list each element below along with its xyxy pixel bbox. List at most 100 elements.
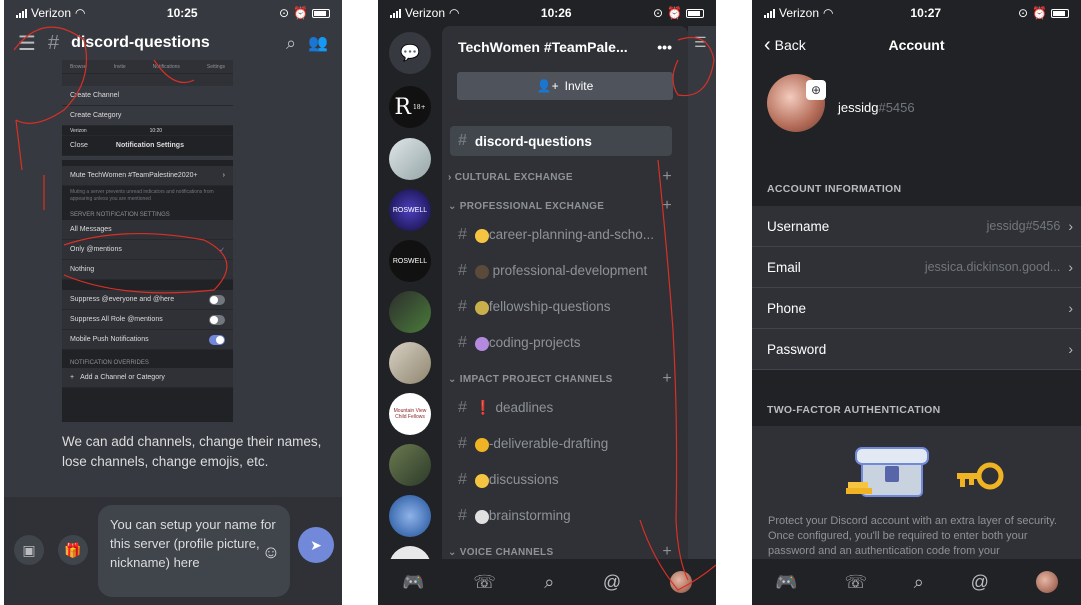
edit-avatar-icon[interactable]: ⊕ [806, 80, 826, 100]
friends-icon[interactable]: ☏ [473, 572, 496, 593]
guild-header[interactable]: TechWomen #TeamPale... ••• [442, 26, 688, 68]
phone-channel-view: Verizon ◠ 10:25 ⊙ ⏰ ☰ # discord-question… [4, 0, 342, 605]
gift-icon[interactable]: 🎁 [58, 535, 88, 565]
message-composer: ▣ 🎁 You can setup your name for this ser… [4, 497, 342, 605]
chevron-right-icon: › [1068, 259, 1073, 275]
password-row[interactable]: Password › [752, 329, 1081, 370]
carrier-label: Verizon [31, 6, 72, 20]
phone-row[interactable]: Phone › [752, 288, 1081, 329]
wifi-icon: ◠ [75, 6, 86, 20]
cloud-emoji-icon [474, 509, 489, 524]
server-mountain-view[interactable]: Mountain View Child Fellows [389, 393, 431, 435]
server-r[interactable]: R 18+ [389, 86, 431, 128]
channel-deadlines[interactable]: # ❗ deadlines [450, 393, 672, 423]
server-landscape[interactable] [389, 138, 431, 180]
mini-nothing: Nothing [62, 260, 233, 280]
category-professional-exchange[interactable]: ⌄ PROFESSIONAL EXCHANGE + [448, 197, 672, 215]
chevron-left-icon: ‹ [764, 33, 771, 56]
channel-coding-projects[interactable]: # coding-projects [450, 328, 672, 358]
menu-icon[interactable]: ☰ [18, 31, 36, 56]
unicorn-emoji-icon [474, 336, 489, 351]
mini-carrier: Verizon [70, 127, 87, 134]
treasure-chest-key-icon [846, 447, 1004, 497]
back-button[interactable]: ‹ Back [764, 34, 806, 57]
mini-tab-invite: Invite [113, 63, 126, 70]
wifi-icon: ◠ [823, 6, 834, 20]
invite-button[interactable]: 👤+ Invite [457, 72, 673, 100]
image-upload-icon[interactable]: ▣ [14, 535, 44, 565]
profile-avatar-icon[interactable] [1035, 571, 1058, 593]
search-icon[interactable]: ⌕ [914, 572, 924, 593]
send-button[interactable]: ➤ [298, 527, 334, 563]
mini-suppress-everyone: Suppress @everyone and @here [62, 290, 233, 310]
lock-rotation-icon: ⊙ [1017, 6, 1029, 20]
add-user-icon: 👤+ [536, 79, 559, 93]
signal-icon [390, 8, 401, 18]
message-text: We can add channels, change their names,… [62, 434, 322, 469]
status-bar: Verizon ◠ 10:26 ⊙ ⏰ [378, 0, 716, 26]
mentions-icon[interactable]: @ [971, 572, 989, 593]
profile-avatar-icon[interactable] [669, 571, 692, 593]
battery-icon [1050, 8, 1069, 18]
mini-server-label: SERVER NOTIFICATION SETTINGS [70, 212, 170, 218]
channel-deliverable-drafting[interactable]: # -deliverable-drafting [450, 429, 672, 459]
menu-icon: ☰ [694, 34, 707, 50]
channel-brainstorming[interactable]: # brainstorming [450, 501, 672, 531]
server-nature[interactable] [389, 444, 431, 486]
channel-header: ☰ # discord-questions ⌕ 👥 [4, 26, 342, 60]
mini-create-channel: Create Channel [62, 86, 233, 106]
direct-messages-icon[interactable]: 💬 [389, 32, 431, 74]
server-snowflake[interactable] [389, 495, 431, 537]
friends-icon[interactable]: ☏ [845, 572, 868, 593]
category-impact-project[interactable]: ⌄ IMPACT PROJECT CHANNELS + [448, 370, 672, 388]
search-icon[interactable]: ⌕ [286, 33, 296, 54]
lock-rotation-icon: ⊙ [652, 6, 664, 20]
status-time: 10:27 [910, 6, 942, 20]
chevron-right-icon: › [1068, 300, 1073, 316]
mini-mute-row: Mute TechWomen #TeamPalestine2020+ › [62, 166, 233, 186]
handshake-emoji-icon [474, 473, 489, 488]
embedded-screenshot-menu: Browse Invite Notifications Settings Cre… [62, 60, 233, 156]
mini-add-channel: + Add a Channel or Category [62, 368, 233, 388]
channel-professional-development[interactable]: # professional-development [450, 256, 672, 286]
discord-home-icon[interactable]: 🎮 [775, 572, 797, 593]
tfa-panel: Protect your Discord account with an ext… [752, 426, 1081, 559]
username-row[interactable]: Username jessidg#5456 › [752, 206, 1081, 247]
lock-rotation-icon: ⊙ [278, 6, 290, 20]
alarm-icon: ⏰ [293, 6, 308, 20]
channel-career-planning[interactable]: # career-planning-and-scho... [450, 220, 672, 250]
add-channel-icon: + [662, 197, 672, 214]
server-people[interactable] [389, 291, 431, 333]
channel-discord-questions[interactable]: # discord-questions [450, 126, 672, 156]
chevron-right-icon: › [1068, 218, 1073, 234]
category-cultural-exchange[interactable]: › CULTURAL EXCHANGE + [448, 168, 672, 186]
channel-sidebar: TechWomen #TeamPale... ••• 👤+ Invite # di… [442, 26, 688, 560]
members-icon[interactable]: 👥 [308, 33, 328, 53]
guild-name: TechWomen #TeamPale... [458, 39, 628, 55]
discord-home-icon[interactable]: 🎮 [402, 572, 424, 593]
mini-header: Close Notification Settings [62, 136, 233, 156]
channel-fellowship-questions[interactable]: # fellowship-questions [450, 292, 672, 322]
embedded-screenshot-notifications: Mute TechWomen #TeamPalestine2020+ › Muti… [62, 160, 233, 422]
emoji-icon[interactable]: ☺ [256, 537, 286, 567]
email-row[interactable]: Email jessica.dickinson.good... › [752, 247, 1081, 288]
channel-discussions[interactable]: # discussions [450, 465, 672, 495]
battery-icon [685, 8, 704, 18]
chat-peek[interactable]: ☰ [688, 26, 716, 559]
more-icon[interactable]: ••• [657, 39, 672, 55]
server-roswell-2[interactable]: ROSWELL [389, 240, 431, 282]
mini-all-messages: All Messages [62, 220, 233, 240]
search-icon[interactable]: ⌕ [544, 572, 554, 593]
mini-suppress-roles: Suppress All Role @mentions [62, 310, 233, 330]
signal-icon [16, 8, 27, 18]
mini-mobile-push: Mobile Push Notifications [62, 330, 233, 350]
status-time: 10:25 [166, 6, 198, 20]
alarm-icon: ⏰ [1032, 6, 1047, 20]
server-pattern[interactable] [389, 342, 431, 384]
alarm-icon: ⏰ [667, 6, 682, 20]
account-settings-list: Username jessidg#5456 › Email jessica.dicki… [752, 206, 1081, 370]
tfa-description: Protect your Discord account with an ext… [768, 515, 1057, 557]
server-roswell-1[interactable]: ROSWELL [389, 189, 431, 231]
phone-server-sidebar: Verizon ◠ 10:26 ⊙ ⏰ 💬 R 18+ ROSWELL ROSWE… [378, 0, 716, 605]
mentions-icon[interactable]: @ [603, 572, 621, 593]
